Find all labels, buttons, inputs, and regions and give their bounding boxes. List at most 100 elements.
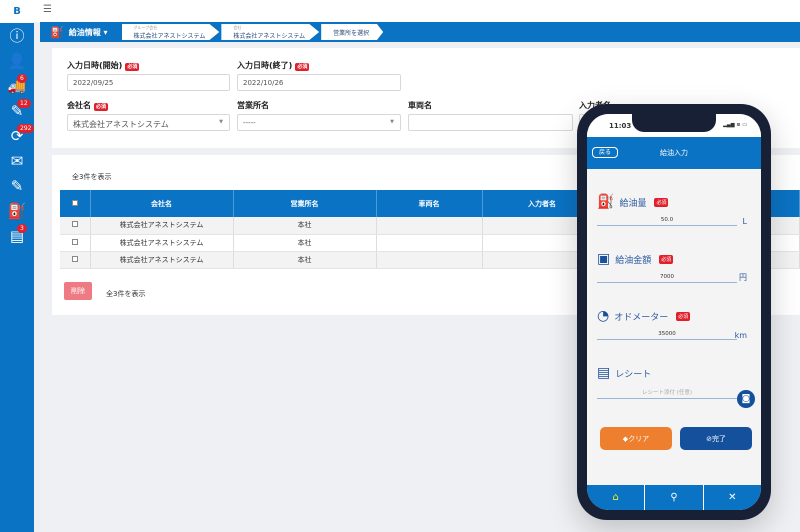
edit-doc-icon-glyph: ✎ [10, 176, 24, 195]
mail-icon[interactable]: ✉ [0, 148, 34, 173]
start-date-label: 入力日時(開始) [67, 61, 123, 70]
vehicle-input[interactable] [408, 114, 573, 131]
fuel-icon: ⛽ [50, 25, 64, 39]
table-cell [376, 251, 483, 269]
top-bar: ☰ [34, 0, 800, 22]
tools-icon[interactable]: ✕ [704, 485, 761, 510]
camera-icon[interactable]: ◙ [737, 390, 755, 408]
phone-title: 給油入力 [660, 149, 688, 157]
office-label: 営業所名 [237, 101, 269, 110]
table-cell: 本社 [233, 217, 377, 235]
row-checkbox[interactable] [60, 217, 91, 235]
info-icon-glyph: ⓘ [9, 27, 25, 45]
field-input[interactable]: 35000 [597, 324, 737, 340]
fuel-icon: ⛽ [597, 194, 615, 210]
company-value: 株式会社アネストシステム [73, 120, 169, 129]
field-input[interactable]: 50.0 [597, 210, 737, 226]
doc-icon[interactable]: ▤ 3 [0, 223, 34, 248]
office-value: ----- [243, 119, 256, 127]
result-count: 全3件を表示 [72, 173, 112, 181]
sync-icon[interactable]: ⟳ 292 [0, 123, 35, 148]
required-badge: 必須 [125, 63, 140, 71]
speedometer-icon: ◔ [597, 308, 610, 324]
driver-icon-glyph: 👤 [7, 51, 27, 70]
home-icon[interactable]: ⌂ [587, 485, 646, 510]
end-date-input[interactable]: 2022/10/26 [237, 74, 401, 91]
report-icon[interactable]: ✎ 12 [0, 98, 34, 123]
phone-nav-bar: 戻る 給油入力 [587, 137, 761, 169]
delete-button[interactable]: 削除 [64, 282, 92, 300]
fuel-icon[interactable]: ⛽ [0, 198, 34, 223]
status-time: 11:03 [609, 122, 632, 130]
field-label: オドメーター [614, 312, 669, 323]
column-header: 車両名 [376, 190, 483, 217]
table-cell [376, 234, 483, 252]
office-select[interactable]: ----- ▼ [237, 114, 401, 131]
info-icon[interactable]: ⓘ [0, 23, 34, 48]
table-cell [376, 217, 483, 235]
phone-field: ◔ オドメーター 必須 35000 km [597, 308, 747, 340]
column-header: 会社名 [90, 190, 234, 217]
mail-icon-glyph: ✉ [10, 151, 24, 170]
breadcrumb-label: 営業所を選択 [333, 30, 370, 37]
fuel-icon-glyph: ⛽ [7, 201, 27, 220]
phone-screen: 11:03 ▂▄▆ ≋ ▭ 戻る 給油入力 ⛽ 給油量 必須 50.0 L ▣ 給油金額 必須 70… [587, 114, 761, 510]
required-badge: 必須 [659, 254, 674, 264]
required-badge: 必須 [654, 197, 669, 207]
field-label: 給油金額 [615, 255, 652, 266]
done-label: 完了 [711, 434, 726, 443]
row-checkbox[interactable] [60, 234, 91, 252]
field-unit: L [742, 217, 747, 226]
edit-doc-icon[interactable]: ✎ [0, 173, 34, 198]
required-badge: 必須 [295, 63, 310, 71]
phone-mockup: 11:03 ▂▄▆ ≋ ▭ 戻る 給油入力 ⛽ 給油量 必須 50.0 L ▣ 給油金額 必須 70… [577, 104, 771, 520]
phone-tab-bar: ⌂ ⚲ ✕ [587, 485, 761, 510]
truck-icon[interactable]: 🚚 6 [0, 73, 34, 98]
back-button[interactable]: 戻る [592, 147, 619, 158]
search-icon[interactable]: ⚲ [645, 485, 704, 510]
vehicle-label: 車両名 [408, 101, 432, 110]
phone-field: ▤ レシート レシート添付 (任意) [597, 365, 747, 399]
breadcrumb-item[interactable]: 会社 株式会社アネストシステム [221, 24, 320, 40]
select-all-checkbox[interactable] [60, 190, 91, 217]
count-badge: 292 [17, 124, 35, 133]
clear-label: クリア [628, 434, 650, 443]
field-label: 給油量 [619, 198, 647, 209]
company-select[interactable]: 株式会社アネストシステム ▼ [67, 114, 230, 131]
table-cell: 本社 [233, 251, 377, 269]
table-cell: 株式会社アネストシステム [90, 251, 234, 269]
app-logo: B [0, 0, 34, 23]
phone-field: ▣ 給油金額 必須 7000 円 [597, 251, 747, 283]
table-cell: 株式会社アネストシステム [90, 217, 234, 235]
header-bar: ⛽ 給油情報 ▾ グループ会社 株式会社アネストシステム 会社 株式会社アネストシステ… [40, 22, 800, 42]
required-badge: 必須 [676, 311, 691, 321]
breadcrumb: グループ会社 株式会社アネストシステム 会社 株式会社アネストシステム 営業所を選択 [121, 24, 386, 40]
chevron-down-icon: ▼ [390, 119, 394, 125]
phone-field: ⛽ 給油量 必須 50.0 L [597, 194, 747, 226]
end-date-label: 入力日時(終了) [237, 61, 293, 70]
count-badge: 12 [17, 99, 31, 108]
row-checkbox[interactable] [60, 251, 91, 269]
count-badge: 6 [17, 74, 27, 83]
field-unit: 円 [739, 273, 747, 282]
receipt-icon: ▤ [597, 365, 611, 381]
company-label: 会社名 [67, 101, 91, 110]
breadcrumb-label: 株式会社アネストシステム [233, 33, 306, 40]
clear-button[interactable]: ◆ クリア [600, 427, 672, 450]
done-button[interactable]: ⊘ 完了 [680, 427, 752, 450]
chevron-down-icon: ▼ [219, 119, 223, 125]
table-cell: 本社 [233, 234, 377, 252]
breadcrumb-item[interactable]: 営業所を選択 [321, 24, 384, 40]
table-cell: 株式会社アネストシステム [90, 234, 234, 252]
field-input[interactable]: レシート添付 (任意) [597, 381, 737, 399]
field-input[interactable]: 7000 [597, 267, 737, 283]
breadcrumb-label: 株式会社アネストシステム [133, 33, 206, 40]
result-count-bottom: 全3件を表示 [106, 290, 146, 298]
start-date-input[interactable]: 2022/09/25 [67, 74, 230, 91]
menu-icon[interactable]: ☰ [43, 4, 52, 15]
driver-icon[interactable]: 👤 [0, 48, 34, 73]
section-dropdown[interactable]: 給油情報 ▾ [69, 27, 108, 38]
breadcrumb-item[interactable]: グループ会社 株式会社アネストシステム [121, 24, 220, 40]
column-header: 営業所名 [233, 190, 377, 217]
status-icons: ▂▄▆ ≋ ▭ [723, 122, 747, 128]
